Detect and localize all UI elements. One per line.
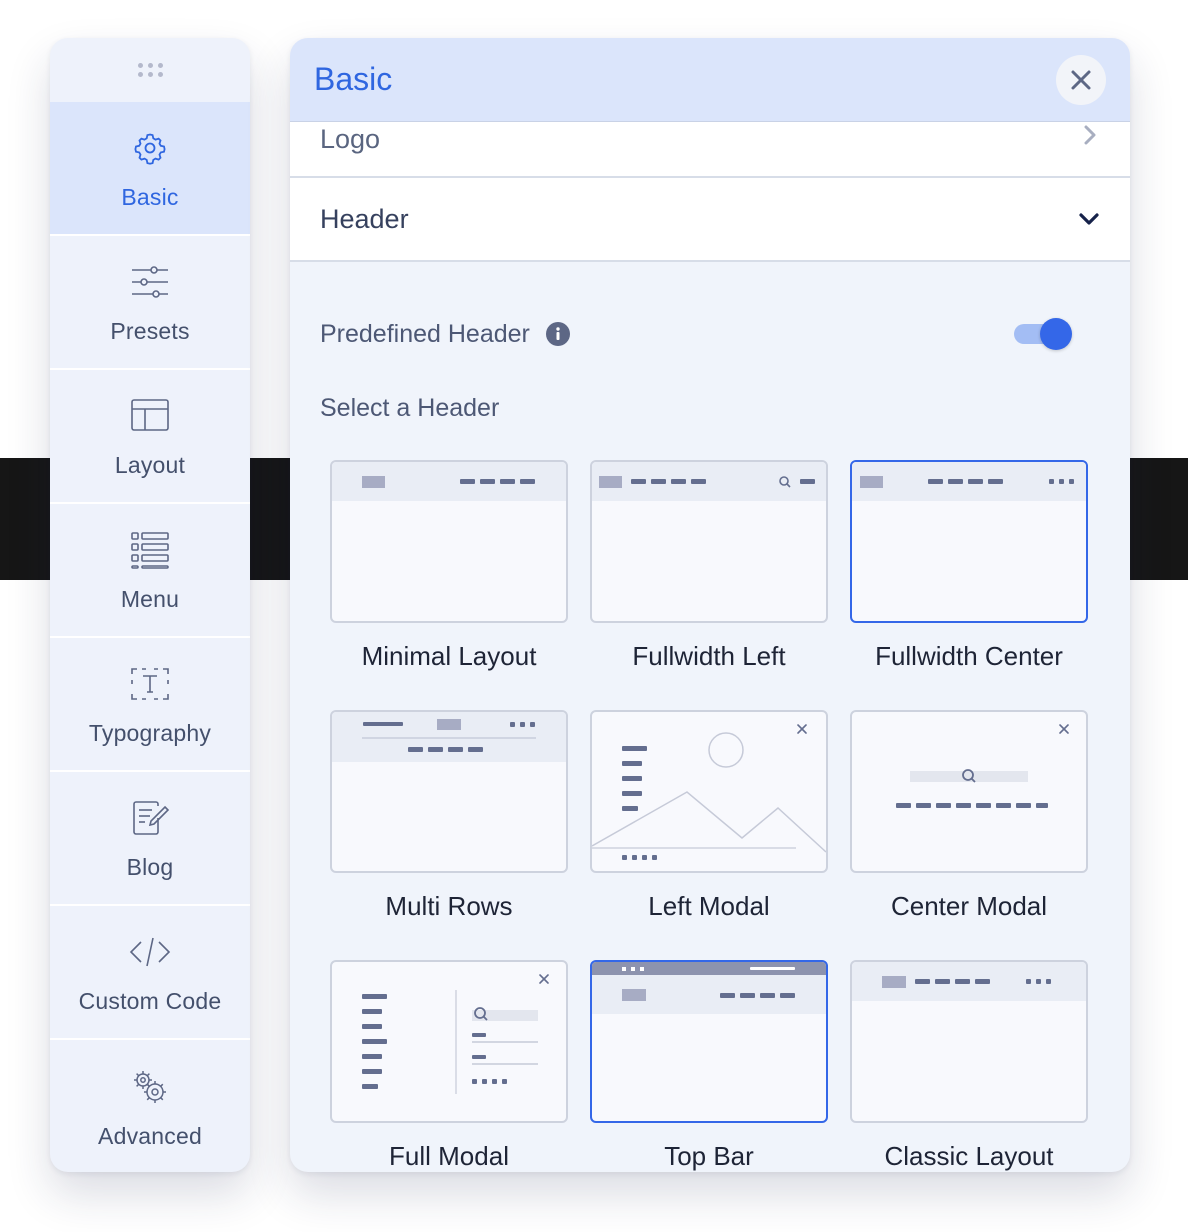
settings-panel: Basic Logo Header Predefined Header Sele… <box>290 38 1130 1172</box>
sidebar-item-label: Typography <box>88 719 212 746</box>
panel-title: Basic <box>314 61 393 97</box>
toggle-knob <box>1040 318 1072 350</box>
section-logo-label: Logo <box>320 124 381 154</box>
header-thumbnail <box>330 960 568 1123</box>
section-header[interactable]: Header <box>290 178 1130 262</box>
drag-dots-icon <box>137 63 163 77</box>
sidebar-item-label: Blog <box>126 853 174 880</box>
fullwidth-left-preview <box>592 462 826 501</box>
header-thumbnail <box>850 460 1088 623</box>
header-option-classic-layout[interactable]: Classic Layout <box>850 960 1088 1172</box>
header-option-left-modal[interactable]: Left Modal <box>590 710 828 960</box>
header-thumbnail <box>590 960 828 1123</box>
header-option-name: Fullwidth Center <box>875 641 1063 671</box>
header-thumbnail <box>330 460 568 623</box>
close-icon <box>1071 70 1091 89</box>
sidebar-item-basic[interactable]: Basic <box>50 102 250 236</box>
sidebar-item-label: Menu <box>120 585 180 612</box>
sidebar: Basic Presets Layout Menu Typography Blo… <box>50 38 250 1172</box>
header-option-top-bar[interactable]: Top Bar <box>590 960 828 1172</box>
classic-layout-preview <box>852 962 1086 1001</box>
drag-handle[interactable] <box>50 38 250 102</box>
top-bar-preview <box>592 962 826 1014</box>
predefined-header-toggle[interactable] <box>1014 317 1072 351</box>
chevron-down-icon <box>1079 213 1099 225</box>
sidebar-item-label: Basic <box>121 183 179 210</box>
header-thumbnail <box>850 960 1088 1123</box>
sidebar-item-label: Layout <box>114 451 186 478</box>
sidebar-item-layout[interactable]: Layout <box>50 370 250 504</box>
code-icon <box>129 937 171 966</box>
predefined-header-label: Predefined Header <box>320 319 530 348</box>
header-options-grid: Minimal Layout Fullwidth Left Fullwidth … <box>330 460 1090 1172</box>
typography-icon <box>131 667 169 700</box>
header-option-name: Center Modal <box>890 891 1048 921</box>
header-option-name: Left Modal <box>648 891 770 921</box>
header-option-name: Fullwidth Left <box>632 641 786 671</box>
header-option-full-modal[interactable]: Full Modal <box>330 960 568 1172</box>
layout-icon <box>131 398 169 431</box>
section-logo[interactable]: Logo <box>290 122 1130 178</box>
header-option-name: Classic Layout <box>884 1141 1054 1171</box>
header-option-name: Full Modal <box>389 1141 509 1171</box>
left-modal-preview <box>592 724 826 860</box>
header-thumbnail <box>590 460 828 623</box>
info-glyph <box>556 327 560 340</box>
menu-list-icon <box>131 531 169 569</box>
section-header-label: Header <box>320 203 409 234</box>
panel-header: Basic <box>290 38 1130 122</box>
sidebar-item-label: Custom Code <box>78 987 222 1014</box>
fullwidth-center-preview <box>852 462 1086 501</box>
sidebar-item-custom-code[interactable]: Custom Code <box>50 906 250 1040</box>
gears-icon <box>134 1070 166 1103</box>
sidebar-item-blog[interactable]: Blog <box>50 772 250 906</box>
header-option-name: Minimal Layout <box>361 641 537 671</box>
header-thumbnail <box>850 710 1088 873</box>
gear-icon <box>134 133 166 165</box>
select-header-label: Select a Header <box>320 394 500 422</box>
sidebar-item-label: Presets <box>110 317 190 344</box>
full-modal-preview <box>362 974 549 1094</box>
header-option-center-modal[interactable]: Center Modal <box>850 710 1088 960</box>
close-button[interactable] <box>1056 54 1106 105</box>
sidebar-item-advanced[interactable]: Advanced <box>50 1040 250 1172</box>
sidebar-item-typography[interactable]: Typography <box>50 638 250 772</box>
info-icon[interactable] <box>545 322 570 346</box>
minimal-layout-preview <box>332 462 566 501</box>
header-option-minimal-layout[interactable]: Minimal Layout <box>330 460 568 710</box>
sidebar-item-menu[interactable]: Menu <box>50 504 250 638</box>
header-thumbnail <box>590 710 828 873</box>
multi-rows-preview <box>332 712 566 762</box>
sidebar-item-label: Advanced <box>98 1122 202 1149</box>
chevron-right-icon <box>1084 125 1096 145</box>
blog-edit-icon <box>133 800 170 835</box>
header-option-name: Top Bar <box>664 1141 754 1171</box>
predefined-header-row: Predefined Header <box>320 314 1072 354</box>
sliders-icon <box>132 265 168 298</box>
header-option-fullwidth-center[interactable]: Fullwidth Center <box>850 460 1088 710</box>
header-thumbnail <box>330 710 568 873</box>
sidebar-item-presets[interactable]: Presets <box>50 236 250 370</box>
header-option-fullwidth-left[interactable]: Fullwidth Left <box>590 460 828 710</box>
center-modal-preview <box>896 724 1069 808</box>
header-option-name: Multi Rows <box>385 891 513 921</box>
header-option-multi-rows[interactable]: Multi Rows <box>330 710 568 960</box>
predefined-header-label-group: Predefined Header <box>320 320 570 349</box>
